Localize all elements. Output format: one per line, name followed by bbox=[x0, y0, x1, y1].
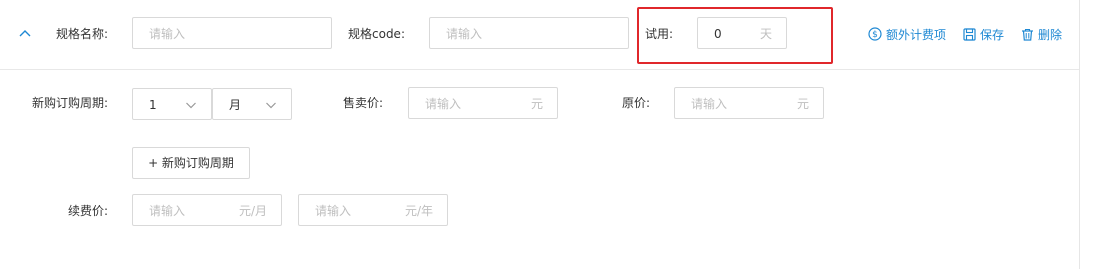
add-purchase-period-button[interactable]: + 新购订购周期 bbox=[132, 147, 250, 179]
delete-label: 删除 bbox=[1038, 27, 1063, 42]
purchase-period-label: 新购订购周期: bbox=[32, 96, 109, 110]
renewal-yearly-unit: 元/年 bbox=[404, 204, 433, 218]
dollar-circle-icon: $ bbox=[868, 27, 882, 41]
original-price-input[interactable]: 请输入 元 bbox=[674, 87, 824, 119]
original-price-unit: 元 bbox=[796, 97, 809, 111]
spec-code-input[interactable]: 请输入 bbox=[429, 17, 629, 49]
period-count-value: 1 bbox=[149, 98, 157, 112]
collapse-chevron-up-icon[interactable] bbox=[18, 28, 32, 38]
period-count-select[interactable]: 1 bbox=[132, 88, 212, 120]
spec-code-placeholder: 请输入 bbox=[446, 27, 483, 41]
renewal-price-label: 续费价: bbox=[68, 204, 109, 218]
original-price-label: 原价: bbox=[622, 96, 651, 110]
extra-fee-button[interactable]: $ 额外计费项 bbox=[868, 25, 946, 43]
spec-panel: 规格名称: 请输入 规格code: 请输入 试用: 0 天 $ 额外计费项 保存 bbox=[0, 0, 1080, 269]
renewal-monthly-input[interactable]: 请输入 元/月 bbox=[132, 194, 282, 226]
renewal-monthly-unit: 元/月 bbox=[238, 204, 267, 218]
sale-price-placeholder: 请输入 bbox=[425, 97, 462, 111]
renewal-yearly-placeholder: 请输入 bbox=[315, 204, 352, 218]
sale-price-input[interactable]: 请输入 元 bbox=[408, 87, 558, 119]
spec-name-placeholder: 请输入 bbox=[149, 27, 186, 41]
period-unit-select[interactable]: 月 bbox=[212, 88, 292, 120]
extra-fee-label: 额外计费项 bbox=[886, 27, 947, 42]
save-button[interactable]: 保存 bbox=[963, 25, 1004, 43]
delete-button[interactable]: 删除 bbox=[1021, 25, 1062, 43]
spec-code-label: 规格code: bbox=[348, 27, 405, 41]
save-icon bbox=[963, 27, 976, 41]
sale-price-unit: 元 bbox=[530, 97, 543, 111]
spec-name-label: 规格名称: bbox=[56, 27, 109, 41]
spec-name-input[interactable]: 请输入 bbox=[132, 17, 332, 49]
renewal-monthly-placeholder: 请输入 bbox=[149, 204, 186, 218]
chevron-down-icon bbox=[266, 102, 276, 109]
original-price-placeholder: 请输入 bbox=[691, 97, 728, 111]
trash-icon bbox=[1022, 28, 1033, 41]
header-divider bbox=[0, 69, 1079, 70]
period-unit-value: 月 bbox=[229, 98, 242, 112]
trial-highlight-box bbox=[637, 7, 833, 64]
sale-price-label: 售卖价: bbox=[343, 96, 384, 110]
renewal-yearly-input[interactable]: 请输入 元/年 bbox=[298, 194, 448, 226]
chevron-down-icon bbox=[186, 102, 196, 109]
svg-text:$: $ bbox=[872, 30, 878, 40]
save-label: 保存 bbox=[980, 27, 1005, 42]
